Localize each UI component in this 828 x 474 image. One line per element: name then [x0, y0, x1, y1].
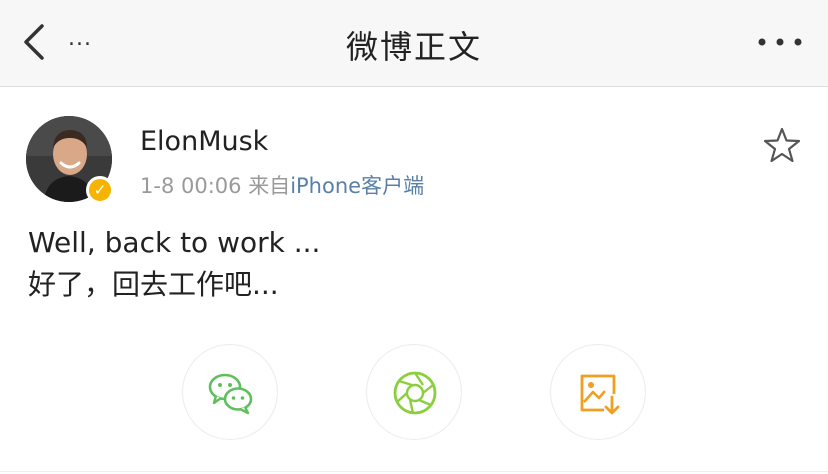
nav-bar: ... 微博正文	[0, 0, 828, 87]
post-line: 好了，回去工作吧...	[28, 268, 279, 301]
post-body: Well, back to work ... 好了，回去工作吧...	[28, 222, 320, 306]
divider	[0, 471, 828, 472]
share-moments-button[interactable]	[366, 344, 462, 440]
post-line: Well, back to work ...	[28, 226, 321, 259]
page-title: 微博正文	[345, 28, 482, 66]
source-link[interactable]: iPhone客户端	[290, 174, 424, 198]
more-options-button[interactable]	[756, 30, 804, 54]
source-prefix: 来自	[248, 174, 291, 198]
favorite-button[interactable]	[762, 126, 802, 164]
save-image-button[interactable]	[550, 344, 646, 440]
verified-badge-icon: ✓	[86, 176, 114, 204]
star-icon	[763, 127, 801, 163]
post-meta: 1-8 00:06 来自iPhone客户端	[140, 170, 424, 200]
author-name[interactable]: ElonMusk	[140, 126, 268, 157]
save-image-icon	[580, 374, 620, 415]
wechat-moments-icon	[393, 371, 437, 415]
more-dots-icon	[758, 38, 802, 46]
post-time: 1-8 00:06	[140, 174, 242, 198]
share-wechat-button[interactable]	[182, 344, 278, 440]
wechat-icon	[208, 373, 253, 415]
